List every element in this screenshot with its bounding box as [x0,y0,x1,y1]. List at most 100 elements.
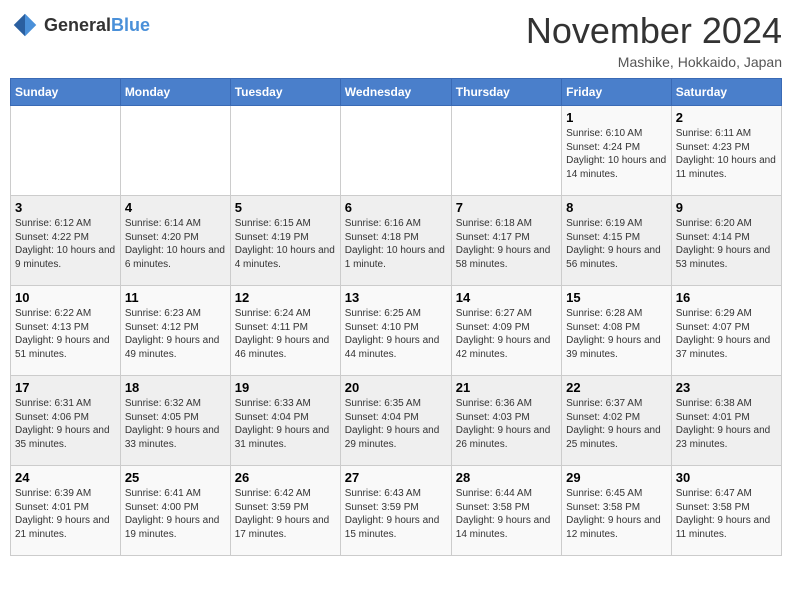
day-number: 17 [15,380,116,395]
day-info: Sunrise: 6:14 AMSunset: 4:20 PMDaylight:… [125,217,226,271]
day-info: Sunrise: 6:15 AMSunset: 4:19 PMDaylight:… [235,217,336,271]
day-info: Sunrise: 6:43 AMSunset: 3:59 PMDaylight:… [345,487,447,541]
day-info: Sunrise: 6:16 AMSunset: 4:18 PMDaylight:… [345,217,447,271]
calendar-cell: 11 Sunrise: 6:23 AMSunset: 4:12 PMDayligh… [120,286,230,376]
calendar-cell: 24 Sunrise: 6:39 AMSunset: 4:01 PMDayligh… [11,466,121,556]
day-info: Sunrise: 6:28 AMSunset: 4:08 PMDaylight:… [566,307,667,361]
day-info: Sunrise: 6:27 AMSunset: 4:09 PMDaylight:… [456,307,557,361]
day-number: 4 [125,200,226,215]
day-info: Sunrise: 6:22 AMSunset: 4:13 PMDaylight:… [15,307,116,361]
calendar-cell: 2Sunrise: 6:11 AMSunset: 4:23 PMDaylight… [671,106,781,196]
day-info: Sunrise: 6:31 AMSunset: 4:06 PMDaylight:… [15,397,116,451]
day-number: 22 [566,380,667,395]
title-block: November 2024 Mashike, Hokkaido, Japan [526,10,782,70]
calendar-cell: 27 Sunrise: 6:43 AMSunset: 3:59 PMDayligh… [340,466,451,556]
calendar-week-3: 10 Sunrise: 6:22 AMSunset: 4:13 PMDayligh… [11,286,782,376]
calendar-cell: 30 Sunrise: 6:47 AMSunset: 3:58 PMDayligh… [671,466,781,556]
day-number: 27 [345,470,447,485]
day-info: Sunrise: 6:32 AMSunset: 4:05 PMDaylight:… [125,397,226,451]
calendar-cell: 9Sunrise: 6:20 AMSunset: 4:14 PMDaylight… [671,196,781,286]
calendar-cell [340,106,451,196]
calendar-cell: 7 Sunrise: 6:18 AMSunset: 4:17 PMDaylight… [451,196,561,286]
logo: GeneralBlue [10,10,150,40]
day-number: 28 [456,470,557,485]
day-number: 25 [125,470,226,485]
weekday-header-sunday: Sunday [11,79,121,106]
calendar-cell: 17 Sunrise: 6:31 AMSunset: 4:06 PMDayligh… [11,376,121,466]
calendar-cell [230,106,340,196]
day-info: Sunrise: 6:47 AMSunset: 3:58 PMDaylight:… [676,487,777,541]
calendar-cell: 28 Sunrise: 6:44 AMSunset: 3:58 PMDayligh… [451,466,561,556]
day-number: 1 [566,110,667,125]
logo-text: GeneralBlue [44,15,150,36]
calendar-cell: 3 Sunrise: 6:12 AMSunset: 4:22 PMDaylight… [11,196,121,286]
calendar-cell: 29Sunrise: 6:45 AMSunset: 3:58 PMDayligh… [562,466,672,556]
location: Mashike, Hokkaido, Japan [526,54,782,70]
logo-general: General [44,15,111,35]
calendar-cell: 23Sunrise: 6:38 AMSunset: 4:01 PMDayligh… [671,376,781,466]
calendar-cell: 1 Sunrise: 6:10 AMSunset: 4:24 PMDaylight… [562,106,672,196]
day-number: 19 [235,380,336,395]
day-number: 21 [456,380,557,395]
calendar-cell: 25 Sunrise: 6:41 AMSunset: 4:00 PMDayligh… [120,466,230,556]
calendar-cell: 26 Sunrise: 6:42 AMSunset: 3:59 PMDayligh… [230,466,340,556]
month-title: November 2024 [526,10,782,52]
calendar-cell: 8Sunrise: 6:19 AMSunset: 4:15 PMDaylight… [562,196,672,286]
day-info: Sunrise: 6:38 AMSunset: 4:01 PMDaylight:… [676,397,777,451]
day-info: Sunrise: 6:10 AMSunset: 4:24 PMDaylight:… [566,127,667,181]
day-number: 6 [345,200,447,215]
day-info: Sunrise: 6:42 AMSunset: 3:59 PMDaylight:… [235,487,336,541]
calendar-table: SundayMondayTuesdayWednesdayThursdayFrid… [10,78,782,556]
day-info: Sunrise: 6:18 AMSunset: 4:17 PMDaylight:… [456,217,557,271]
day-info: Sunrise: 6:44 AMSunset: 3:58 PMDaylight:… [456,487,557,541]
day-number: 16 [676,290,777,305]
day-number: 11 [125,290,226,305]
weekday-header-friday: Friday [562,79,672,106]
day-number: 15 [566,290,667,305]
day-info: Sunrise: 6:39 AMSunset: 4:01 PMDaylight:… [15,487,116,541]
day-number: 9 [676,200,777,215]
calendar-cell [120,106,230,196]
day-info: Sunrise: 6:45 AMSunset: 3:58 PMDaylight:… [566,487,667,541]
day-number: 24 [15,470,116,485]
day-info: Sunrise: 6:23 AMSunset: 4:12 PMDaylight:… [125,307,226,361]
day-number: 30 [676,470,777,485]
weekday-header-thursday: Thursday [451,79,561,106]
day-number: 20 [345,380,447,395]
calendar-cell: 19 Sunrise: 6:33 AMSunset: 4:04 PMDayligh… [230,376,340,466]
day-info: Sunrise: 6:41 AMSunset: 4:00 PMDaylight:… [125,487,226,541]
day-info: Sunrise: 6:33 AMSunset: 4:04 PMDaylight:… [235,397,336,451]
calendar-cell: 15 Sunrise: 6:28 AMSunset: 4:08 PMDayligh… [562,286,672,376]
calendar-cell: 20 Sunrise: 6:35 AMSunset: 4:04 PMDayligh… [340,376,451,466]
weekday-header-saturday: Saturday [671,79,781,106]
day-number: 3 [15,200,116,215]
day-info: Sunrise: 6:29 AMSunset: 4:07 PMDaylight:… [676,307,777,361]
day-info: Sunrise: 6:19 AMSunset: 4:15 PMDaylight:… [566,217,667,271]
calendar-week-2: 3 Sunrise: 6:12 AMSunset: 4:22 PMDaylight… [11,196,782,286]
day-info: Sunrise: 6:35 AMSunset: 4:04 PMDaylight:… [345,397,447,451]
day-number: 14 [456,290,557,305]
calendar-cell: 13Sunrise: 6:25 AMSunset: 4:10 PMDayligh… [340,286,451,376]
day-info: Sunrise: 6:36 AMSunset: 4:03 PMDaylight:… [456,397,557,451]
calendar-cell [11,106,121,196]
calendar-cell [451,106,561,196]
calendar-week-1: 1 Sunrise: 6:10 AMSunset: 4:24 PMDaylight… [11,106,782,196]
day-info: Sunrise: 6:11 AMSunset: 4:23 PMDaylight:… [676,127,777,181]
day-info: Sunrise: 6:12 AMSunset: 4:22 PMDaylight:… [15,217,116,271]
calendar-week-5: 24 Sunrise: 6:39 AMSunset: 4:01 PMDayligh… [11,466,782,556]
calendar-cell: 22 Sunrise: 6:37 AMSunset: 4:02 PMDayligh… [562,376,672,466]
calendar-cell: 5 Sunrise: 6:15 AMSunset: 4:19 PMDaylight… [230,196,340,286]
calendar-week-4: 17 Sunrise: 6:31 AMSunset: 4:06 PMDayligh… [11,376,782,466]
weekday-header-wednesday: Wednesday [340,79,451,106]
day-number: 5 [235,200,336,215]
day-number: 7 [456,200,557,215]
calendar-cell: 14 Sunrise: 6:27 AMSunset: 4:09 PMDayligh… [451,286,561,376]
day-number: 26 [235,470,336,485]
day-info: Sunrise: 6:37 AMSunset: 4:02 PMDaylight:… [566,397,667,451]
day-number: 12 [235,290,336,305]
day-number: 18 [125,380,226,395]
calendar-cell: 12Sunrise: 6:24 AMSunset: 4:11 PMDayligh… [230,286,340,376]
logo-blue: Blue [111,15,150,35]
day-number: 10 [15,290,116,305]
weekday-header-row: SundayMondayTuesdayWednesdayThursdayFrid… [11,79,782,106]
